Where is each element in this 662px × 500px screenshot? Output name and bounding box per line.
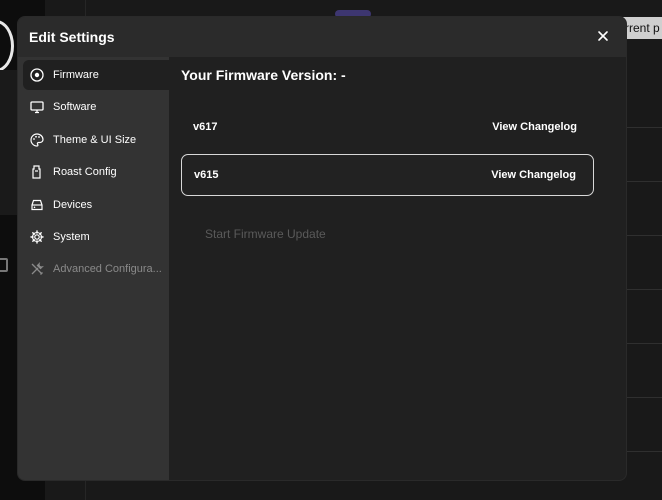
background-row — [626, 236, 662, 290]
sidebar-item-firmware[interactable]: Firmware — [23, 60, 170, 90]
view-changelog-link[interactable]: View Changelog — [491, 169, 576, 181]
roaster-icon — [29, 164, 45, 180]
firmware-option-v617[interactable]: v617 View Changelog — [181, 106, 594, 148]
sidebar-item-label: Devices — [53, 199, 93, 211]
firmware-option-v615[interactable]: v615 View Changelog — [181, 154, 594, 196]
sidebar-item-label: Advanced Configura... — [53, 263, 162, 275]
background-row — [626, 128, 662, 182]
firmware-version-label: v615 — [194, 169, 219, 181]
background-logo — [0, 20, 14, 72]
background-tab[interactable]: rrent p — [622, 17, 662, 39]
wrench-screwdriver-icon — [29, 261, 45, 277]
sidebar-item-software[interactable]: Software — [23, 92, 170, 122]
sidebar-item-theme[interactable]: Theme & UI Size — [23, 125, 170, 155]
background-row — [626, 344, 662, 398]
modal-title: Edit Settings — [29, 29, 115, 45]
sidebar-item-label: Roast Config — [53, 166, 117, 178]
close-button[interactable] — [594, 27, 612, 45]
firmware-version-title: Your Firmware Version: - — [181, 67, 346, 83]
sidebar-item-advanced-configuration: Advanced Configura... — [23, 254, 170, 284]
drive-icon — [29, 197, 45, 213]
start-firmware-update-button[interactable]: Start Firmware Update — [205, 227, 326, 241]
background-row — [626, 290, 662, 344]
sidebar-item-devices[interactable]: Devices — [23, 190, 170, 220]
sidebar-item-label: Software — [53, 101, 97, 113]
palette-icon — [29, 132, 45, 148]
monitor-icon — [29, 99, 45, 115]
firmware-panel: Your Firmware Version: - v617 View Chang… — [169, 57, 626, 480]
sidebar-item-system[interactable]: System — [23, 222, 170, 252]
view-changelog-link[interactable]: View Changelog — [492, 121, 577, 133]
sidebar-item-roast-config[interactable]: Roast Config — [23, 157, 170, 187]
background-row — [626, 398, 662, 452]
sidebar-item-label: System — [53, 231, 90, 243]
sidebar-item-label: Theme & UI Size — [53, 134, 137, 146]
gear-icon — [29, 229, 45, 245]
modal-header: Edit Settings — [18, 17, 626, 57]
background-rows — [626, 74, 662, 500]
firmware-version-label: v617 — [193, 121, 218, 133]
background-square-icon — [0, 258, 8, 272]
target-icon — [29, 67, 45, 83]
edit-settings-modal: Edit Settings Firmware Software Theme & … — [18, 17, 626, 480]
background-row — [626, 74, 662, 128]
settings-sidebar: Firmware Software Theme & UI Size Roast … — [18, 57, 170, 480]
sidebar-item-label: Firmware — [53, 69, 99, 81]
background-row — [626, 182, 662, 236]
close-icon — [598, 31, 608, 41]
